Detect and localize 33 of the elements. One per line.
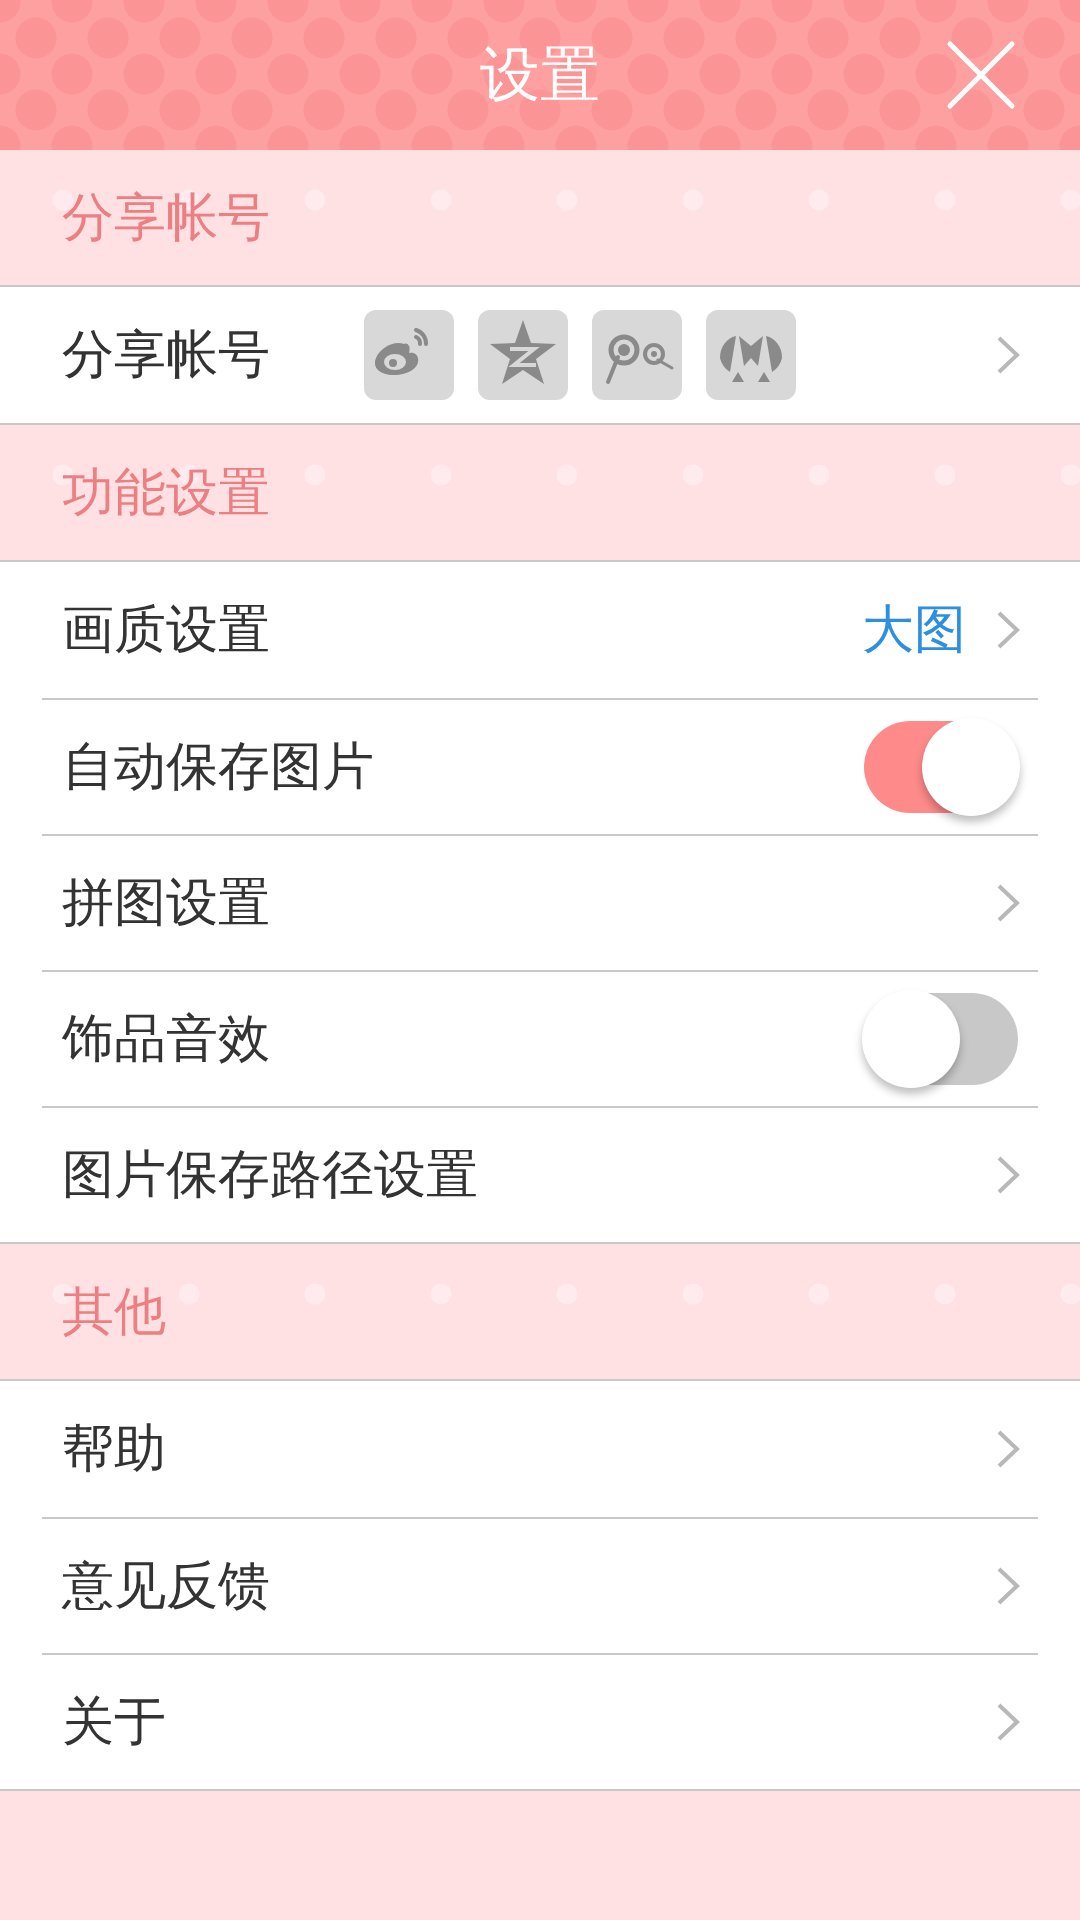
- setting-label: 画质设置: [62, 598, 270, 661]
- chevron-icon: [996, 1429, 1020, 1469]
- setting-label: 图片保存路径设置: [62, 1143, 478, 1206]
- setting-label: 拼图设置: [62, 871, 270, 934]
- settings-row[interactable]: 分享帐号: [42, 287, 1038, 423]
- setting-label: 关于: [62, 1690, 166, 1753]
- share-account-button[interactable]: [592, 310, 682, 400]
- chevron-icon: [996, 1566, 1020, 1606]
- setting-label: 帮助: [62, 1417, 166, 1480]
- close-icon: [946, 40, 1016, 110]
- chevron-icon: [996, 1702, 1020, 1742]
- toggle-switch[interactable]: [864, 721, 1018, 813]
- toggle-switch[interactable]: [864, 993, 1018, 1085]
- chevron-icon: [996, 883, 1020, 923]
- share-account-button[interactable]: [364, 310, 454, 400]
- share-account-button[interactable]: [478, 310, 568, 400]
- setting-label: 意见反馈: [62, 1554, 270, 1617]
- chevron-icon: [996, 1155, 1020, 1195]
- setting-value: 大图: [862, 598, 966, 661]
- chevron-icon: [996, 335, 1020, 375]
- setting-label: 分享帐号: [62, 323, 270, 386]
- settings-row[interactable]: 图片保存路径设置: [42, 1106, 1038, 1242]
- setting-label: 饰品音效: [62, 1007, 270, 1070]
- settings-row[interactable]: 关于: [42, 1653, 1038, 1789]
- screen-title: 设置: [480, 37, 600, 111]
- settings-row[interactable]: 画质设置 大图: [42, 562, 1038, 698]
- share-account-button[interactable]: [706, 310, 796, 400]
- close-button[interactable]: [946, 40, 1016, 110]
- settings-row[interactable]: 意见反馈: [42, 1517, 1038, 1653]
- settings-row[interactable]: 帮助: [42, 1381, 1038, 1517]
- chevron-icon: [996, 610, 1020, 650]
- setting-label: 自动保存图片: [62, 735, 374, 798]
- settings-row[interactable]: 拼图设置: [42, 834, 1038, 970]
